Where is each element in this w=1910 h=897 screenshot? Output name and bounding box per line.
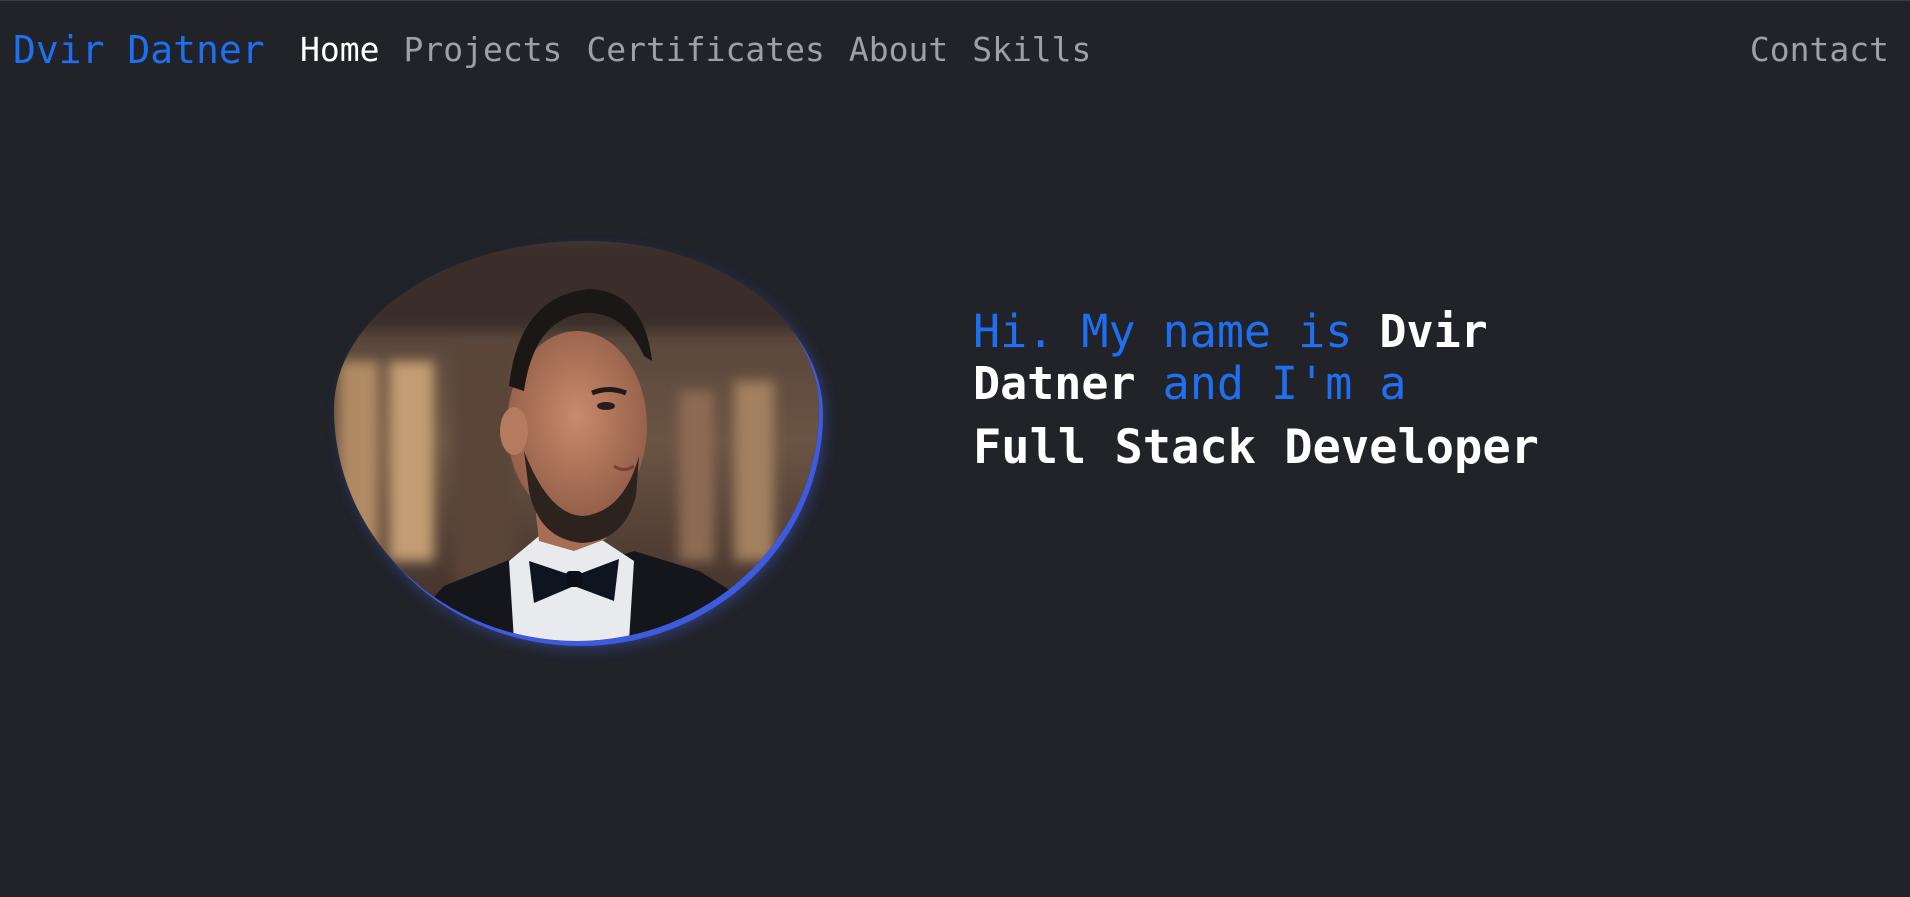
navbar: Dvir Datner Home Projects Certificates A…	[0, 1, 1910, 97]
nav-link-projects[interactable]: Projects	[403, 27, 562, 73]
nav-links: Home Projects Certificates About Skills	[300, 27, 1091, 73]
intro-prefix: Hi. My name is	[973, 305, 1380, 358]
nav-link-certificates[interactable]: Certificates	[586, 27, 824, 73]
brand-link[interactable]: Dvir Datner	[13, 27, 265, 73]
name-first: Dvir	[1379, 305, 1488, 358]
nav-link-contact[interactable]: Contact	[1750, 27, 1889, 73]
intro-line-1: Hi. My name is Dvir	[973, 306, 1593, 358]
intro-line-2: Datner and I'm a	[973, 358, 1593, 410]
nav-link-about[interactable]: About	[849, 27, 948, 73]
nav-link-skills[interactable]: Skills	[972, 27, 1091, 73]
intro-suffix: and I'm a	[1135, 357, 1407, 410]
profile-photo	[334, 241, 819, 641]
role-title: Full Stack Developer	[973, 420, 1539, 475]
nav-link-home[interactable]: Home	[300, 27, 379, 73]
page: Dvir Datner Home Projects Certificates A…	[0, 0, 1910, 897]
name-last: Datner	[973, 357, 1136, 410]
hero-intro: Hi. My name is Dvir Datner and I'm a Ful…	[973, 306, 1593, 476]
